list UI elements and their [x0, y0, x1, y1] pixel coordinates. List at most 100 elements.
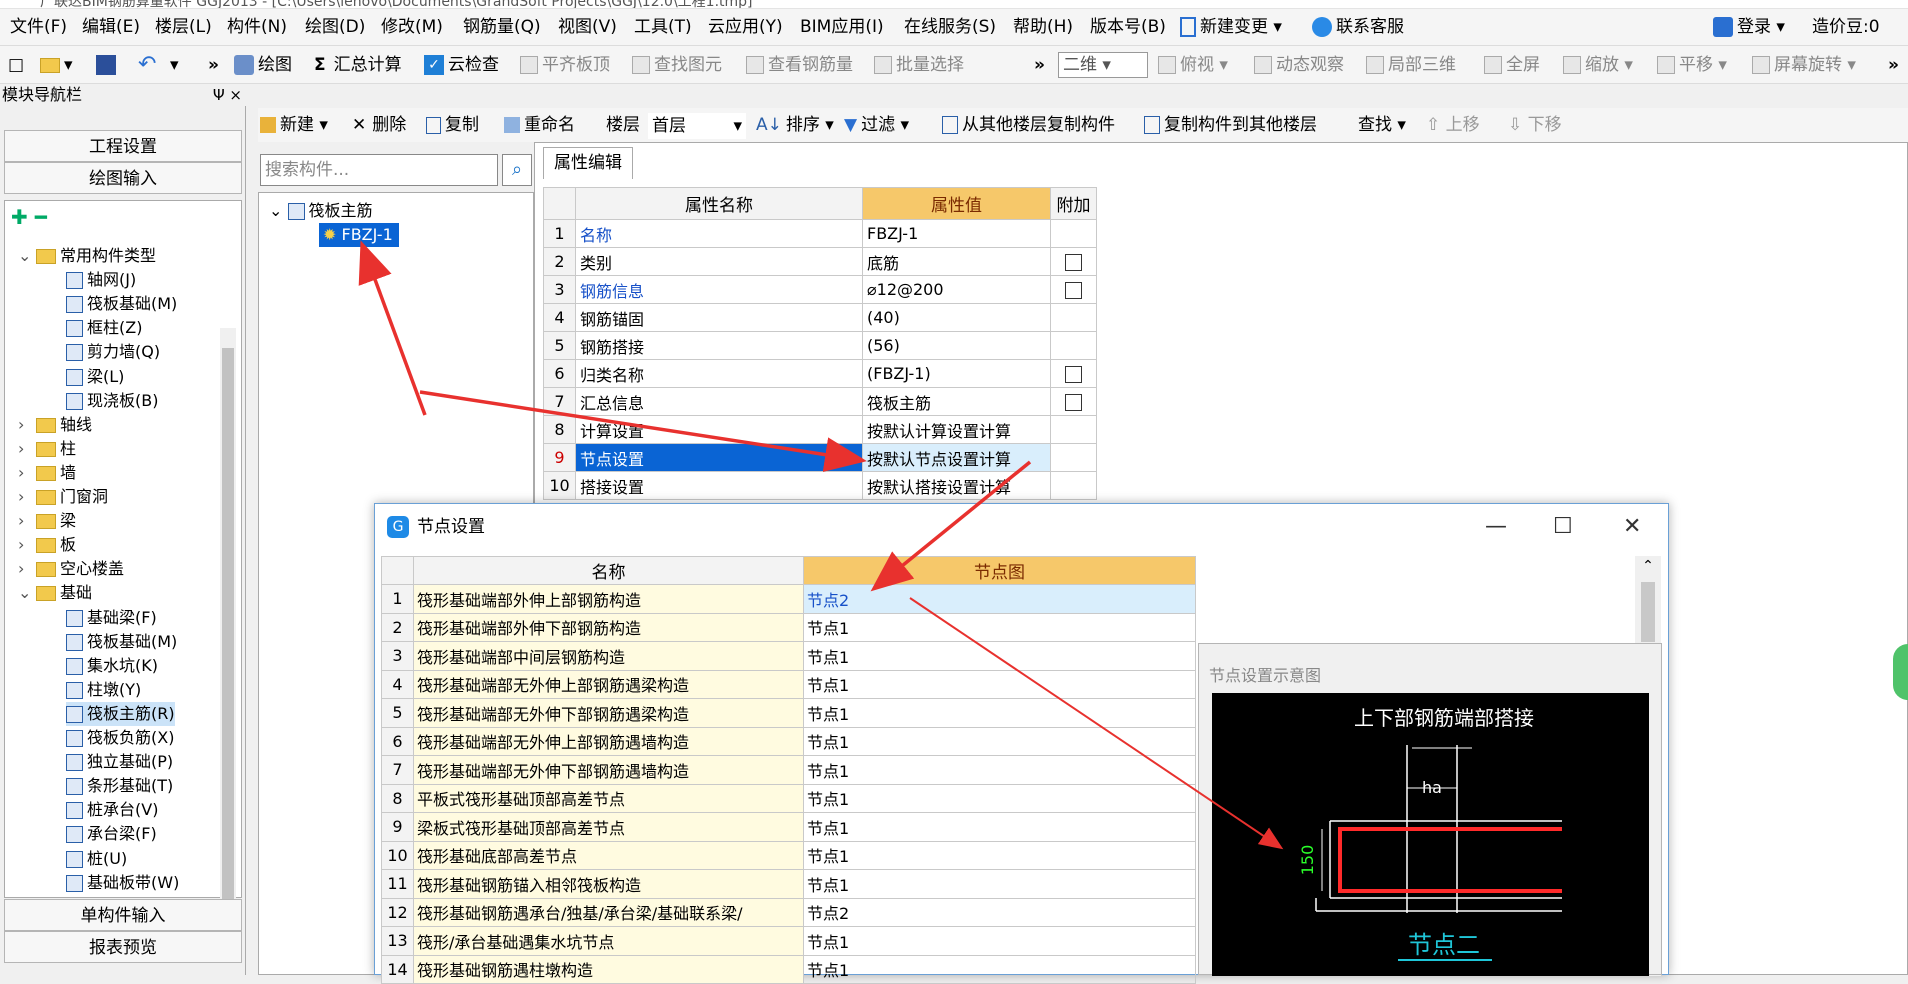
attr-row[interactable]: 8 计算设置 按默认计算设置计算 [543, 415, 1097, 444]
tree-item[interactable]: 筏板负筋(X) [66, 726, 174, 750]
fullscreen-button[interactable]: 全屏 [1484, 46, 1540, 84]
chevron-right-icon[interactable]: › [18, 509, 36, 533]
find-element-button[interactable]: 查找图元 [632, 46, 722, 84]
tree-item[interactable]: 柱墩(Y) [66, 678, 141, 702]
delete-button[interactable]: ✕ 删除 [352, 108, 406, 142]
undo-dropdown-icon[interactable]: ▾ [170, 46, 179, 84]
tree-scrollbar[interactable] [220, 328, 236, 946]
node-pic[interactable]: 节点1 [803, 641, 1196, 671]
node-pic[interactable]: 节点1 [803, 755, 1196, 785]
node-pic[interactable]: 节点1 [803, 954, 1196, 984]
attr-extra[interactable] [1050, 359, 1097, 388]
node-pic[interactable]: 节点2 [803, 584, 1196, 614]
attr-row[interactable]: 9 节点设置 按默认节点设置计算 [543, 443, 1097, 472]
node-row[interactable]: 14 筏形基础钢筋遇柱墩构造 节点1 [381, 954, 1196, 984]
new-component-button[interactable]: 新建 ▾ [260, 108, 328, 142]
chevron-right-icon[interactable]: › [18, 413, 36, 437]
nav-pin-close[interactable]: Ψ × [213, 84, 242, 106]
menu-online[interactable]: 在线服务(S) [904, 9, 996, 46]
attr-extra[interactable] [1050, 247, 1097, 276]
attr-row[interactable]: 10 搭接设置 按默认搭接设置计算 [543, 471, 1097, 500]
tree-item[interactable]: 条形基础(T) [66, 774, 173, 798]
node-row[interactable]: 3 筏形基础端部中间层钢筋构造 节点1 [381, 641, 1196, 671]
sort-button[interactable]: A↓ 排序 ▾ [756, 108, 834, 142]
tree-folder[interactable]: › 空心楼盖 [18, 557, 124, 581]
more-icon-3[interactable]: » [1888, 46, 1899, 84]
node-pic[interactable]: 节点1 [803, 869, 1196, 899]
report-preview-button[interactable]: 报表预览 [4, 931, 242, 963]
attr-extra[interactable] [1050, 387, 1097, 416]
attr-row[interactable]: 6 归类名称 (FBZJ-1) [543, 359, 1097, 388]
search-icon[interactable]: ⌕ [502, 154, 532, 186]
menu-floor[interactable]: 楼层(L) [155, 9, 212, 46]
node-pic[interactable]: 节点1 [803, 669, 1196, 699]
node-row[interactable]: 8 平板式筏形基础顶部高差节点 节点1 [381, 783, 1196, 813]
menu-modify[interactable]: 修改(M) [381, 9, 443, 46]
open-folder-icon[interactable]: ▾ [40, 46, 73, 84]
scroll-up-icon[interactable]: ⌃ [1635, 556, 1661, 576]
tree-folder[interactable]: ⌄ 基础 [18, 581, 92, 605]
attr-extra[interactable] [1050, 443, 1097, 472]
attr-row[interactable]: 3 钢筋信息 ⌀12@200 [543, 275, 1097, 304]
attr-value[interactable]: 按默认搭接设置计算 [862, 471, 1051, 500]
chevron-right-icon[interactable]: › [18, 557, 36, 581]
checkbox[interactable] [1065, 282, 1082, 299]
scroll-thumb[interactable] [222, 348, 234, 908]
node-row[interactable]: 1 筏形基础端部外伸上部钢筋构造 节点2 [381, 584, 1196, 614]
attr-row[interactable]: 4 钢筋锚固 (40) [543, 303, 1097, 332]
menu-edit[interactable]: 编辑(E) [82, 9, 140, 46]
chevron-right-icon[interactable]: › [18, 485, 36, 509]
top-view-button[interactable]: 俯视 ▾ [1158, 46, 1228, 84]
move-up-button[interactable]: ⇧ 上移 [1426, 108, 1480, 142]
attr-value[interactable]: 按默认计算设置计算 [862, 415, 1051, 444]
attr-value[interactable]: (56) [862, 331, 1051, 360]
copy-to-floor-button[interactable]: 复制构件到其他楼层 [1144, 108, 1317, 142]
chevron-right-icon[interactable]: › [18, 533, 36, 557]
tree-item[interactable]: 筏板基础(M) [66, 630, 177, 654]
checkbox[interactable] [1065, 394, 1082, 411]
tree-folder[interactable]: › 轴线 [18, 413, 92, 437]
tree-item[interactable]: 桩(U) [66, 847, 127, 871]
menu-rebar[interactable]: 钢筋量(Q) [463, 9, 541, 46]
dynamic-view-button[interactable]: 动态观察 [1254, 46, 1344, 84]
batch-select-button[interactable]: 批量选择 [874, 46, 964, 84]
floor-select[interactable]: 首层 ▾ [648, 113, 746, 139]
single-input-button[interactable]: 单构件输入 [4, 899, 242, 931]
node-row[interactable]: 12 筏形基础钢筋遇承台/独基/承台梁/基础联系梁/节点2 [381, 897, 1196, 927]
checkbox[interactable] [1065, 254, 1082, 271]
attr-extra[interactable] [1050, 303, 1097, 332]
search-input[interactable]: 搜索构件... [260, 154, 498, 186]
find-button[interactable]: 查找 ▾ [1358, 108, 1406, 142]
new-file-icon[interactable]: □ [8, 46, 24, 84]
node-row[interactable]: 9 梁板式筏形基础顶部高差节点 节点1 [381, 812, 1196, 842]
node-row[interactable]: 10 筏形基础底部高差节点 节点1 [381, 840, 1196, 870]
tree-item[interactable]: 桩承台(V) [66, 798, 158, 822]
component-item-fbzj1[interactable]: ✹ FBZJ-1 [319, 223, 399, 247]
node-pic[interactable]: 节点2 [803, 897, 1196, 927]
local-3d-button[interactable]: 局部三维 [1366, 46, 1456, 84]
cloud-check-button[interactable]: ✓ 云检查 [424, 46, 499, 84]
flat-top-button[interactable]: 平齐板顶 [520, 46, 610, 84]
floating-assistant-icon[interactable] [1893, 644, 1908, 700]
rotate-button[interactable]: 屏幕旋转 ▾ [1752, 46, 1856, 84]
component-group[interactable]: ⌄ 筏板主筋 [269, 199, 373, 223]
tree-folder[interactable]: › 门窗洞 [18, 485, 108, 509]
node-pic[interactable]: 节点1 [803, 812, 1196, 842]
attr-extra[interactable] [1050, 219, 1097, 248]
node-row[interactable]: 11 筏形基础钢筋锚入相邻筏板构造 节点1 [381, 869, 1196, 899]
save-icon[interactable] [96, 46, 120, 84]
node-row[interactable]: 6 筏形基础端部无外伸上部钢筋遇墙构造 节点1 [381, 726, 1196, 756]
chevron-right-icon[interactable]: › [18, 437, 36, 461]
expand-collapse-icon[interactable]: ✚ ━ [11, 205, 47, 229]
tree-folder[interactable]: › 柱 [18, 437, 76, 461]
menu-bim[interactable]: BIM应用(I) [800, 9, 884, 46]
filter-button[interactable]: ▼ 过滤 ▾ [844, 108, 909, 142]
node-row[interactable]: 13 筏形/承台基础遇集水坑节点 节点1 [381, 926, 1196, 956]
attr-extra[interactable] [1050, 471, 1097, 500]
tree-item[interactable]: 独立基础(P) [66, 750, 173, 774]
tree-folder[interactable]: › 墙 [18, 461, 76, 485]
draw-button[interactable]: 绘图 [234, 46, 292, 84]
attr-value[interactable]: 筏板主筋 [862, 387, 1051, 416]
tree-item[interactable]: 梁(L) [66, 365, 124, 389]
minimize-icon[interactable]: — [1485, 504, 1507, 550]
